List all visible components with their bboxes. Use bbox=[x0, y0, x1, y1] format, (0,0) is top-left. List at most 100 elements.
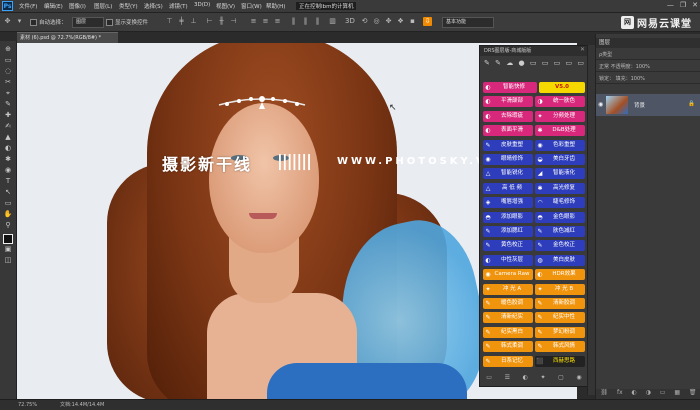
drs-action-button[interactable]: ✎ 纪实中性 bbox=[535, 312, 585, 324]
drs-action-button[interactable]: ✎ 黄色校正 bbox=[483, 240, 533, 252]
3d-scale-icon[interactable]: ▪ bbox=[408, 17, 417, 26]
marquee-tool[interactable]: ▭ bbox=[3, 56, 13, 65]
drs-action-button[interactable]: ✎ 清新胶调 bbox=[535, 298, 585, 309]
drs-action-button[interactable]: ◒ 美白牙齿 bbox=[535, 154, 585, 165]
3d-slide-icon[interactable]: ❖ bbox=[396, 17, 405, 26]
workspace-dropdown[interactable]: 基本功能 bbox=[442, 17, 494, 28]
delete-layer-icon[interactable]: 🗑 bbox=[689, 389, 697, 399]
drs-action-button[interactable]: ✎ 肤色减红 bbox=[535, 226, 585, 237]
menu-help[interactable]: 帮助(H) bbox=[266, 2, 285, 10]
blur-tool[interactable]: ◉ bbox=[3, 166, 13, 175]
menu-file[interactable]: 文件(F) bbox=[19, 2, 37, 10]
dodge-tool[interactable]: ◐ bbox=[3, 144, 13, 153]
adjustment-layer-icon[interactable]: ◑ bbox=[646, 389, 651, 399]
drs-action-button[interactable]: ◑ 统一肤色 bbox=[535, 96, 585, 108]
hand-tool[interactable]: ✋ bbox=[3, 210, 13, 219]
drs-action-button[interactable]: ✎ 韩式柔调 bbox=[483, 341, 533, 353]
drs-action-button[interactable]: ✎ 添加腮红 bbox=[483, 226, 533, 237]
distribute-top-icon[interactable]: ≡ bbox=[249, 17, 258, 26]
type-tool[interactable]: T bbox=[3, 177, 13, 186]
drs-action-button[interactable]: ◉ Camera Raw bbox=[483, 269, 533, 281]
drs-action-button[interactable]: ✎ 日系记忆 bbox=[483, 355, 533, 367]
blend-opacity-row[interactable]: 正常 不透明度：100% bbox=[596, 62, 700, 72]
drs-tool-icon-2[interactable]: ✎ bbox=[495, 59, 501, 69]
drs-footer-icon-2[interactable]: ☰ bbox=[505, 374, 510, 385]
menu-layer[interactable]: 图层(L) bbox=[94, 2, 112, 10]
new-layer-icon[interactable]: ▦ bbox=[674, 389, 680, 399]
drs-action-button[interactable]: ◢ 智能液化 bbox=[535, 168, 585, 180]
align-right-icon[interactable]: ⊣ bbox=[229, 17, 238, 26]
drs-tool-icon-1[interactable]: ✎ bbox=[484, 59, 490, 69]
drs-action-button[interactable]: ◐ 平滑颠部 bbox=[483, 96, 533, 108]
brush-tool[interactable]: ✎ bbox=[3, 100, 13, 109]
new-group-icon[interactable]: ▭ bbox=[660, 389, 666, 399]
layers-tab[interactable]: 图层 bbox=[596, 38, 700, 48]
distribute-center-icon[interactable]: ‖ bbox=[301, 17, 310, 26]
screen-mode-icon[interactable]: ◫ bbox=[3, 256, 13, 265]
drs-footer-icon-3[interactable]: ◐ bbox=[523, 374, 528, 385]
quick-mask-icon[interactable]: ▣ bbox=[3, 245, 13, 254]
menu-view[interactable]: 视图(V) bbox=[216, 2, 235, 10]
drs-action-button[interactable]: ◐ 去除瑕疵 bbox=[483, 110, 533, 122]
align-top-icon[interactable]: ⊤ bbox=[165, 17, 174, 26]
drs-action-button[interactable]: ✱ D&B处理 bbox=[535, 125, 585, 137]
shape-tool[interactable]: ▭ bbox=[3, 199, 13, 208]
path-select-tool[interactable]: ↖ bbox=[3, 188, 13, 197]
drs-action-button[interactable]: ✦ 分频处理 bbox=[535, 110, 585, 122]
drs-action-button[interactable]: ✎ 纪实黑白 bbox=[483, 326, 533, 338]
distribute-left-icon[interactable]: ‖ bbox=[289, 17, 298, 26]
zoom-tool[interactable]: ⚲ bbox=[3, 221, 13, 230]
distribute-middle-icon[interactable]: ≡ bbox=[261, 17, 270, 26]
menu-type[interactable]: 类型(Y) bbox=[119, 2, 138, 10]
show-transform-checkbox[interactable]: 显示变换控件 bbox=[106, 18, 148, 26]
crop-tool[interactable]: ✂ bbox=[3, 78, 13, 87]
drs-action-button[interactable]: ◓ 添加眼影 bbox=[483, 211, 533, 223]
menu-window[interactable]: 窗口(W) bbox=[241, 2, 262, 10]
drs-action-button[interactable]: △ 智能锐化 bbox=[483, 168, 533, 180]
drs-action-button[interactable]: ✎ 韩式风情 bbox=[535, 341, 585, 353]
tool-preset-icon[interactable]: ▾ bbox=[15, 17, 24, 26]
drs-action-button[interactable]: ⬛ 西赫思路 bbox=[535, 355, 585, 367]
move-tool[interactable]: ⊕ bbox=[3, 45, 13, 54]
layer-visibility-eye-icon[interactable]: ◉ bbox=[598, 101, 603, 108]
drs-action-button[interactable]: ✱ 高光修复 bbox=[535, 182, 585, 194]
layer-filter-row[interactable]: ρ类型 bbox=[596, 50, 700, 60]
layer-row-background[interactable]: ◉ 背景 🔒 bbox=[596, 94, 700, 116]
lasso-tool[interactable]: ◌ bbox=[3, 67, 13, 76]
healing-tool[interactable]: ✚ bbox=[3, 111, 13, 120]
menu-filter[interactable]: 滤镜(T) bbox=[169, 2, 188, 10]
drs-tool-icon-6[interactable]: ▭ bbox=[542, 59, 549, 69]
3d-roll-icon[interactable]: ◎ bbox=[372, 17, 381, 26]
drs-action-button[interactable]: ✦ 冲 光 A bbox=[483, 283, 533, 295]
move-tool-icon[interactable]: ✥ bbox=[3, 17, 12, 26]
drs-close-icon[interactable]: ✕ bbox=[580, 46, 585, 53]
drs-action-button[interactable]: ✦ 冲 光 B bbox=[535, 283, 585, 295]
drs-action-button[interactable]: ◠ 睫毛修饰 bbox=[535, 197, 585, 209]
document-tab[interactable]: 素材 (6).psd @ 72.7%(RGB/8#) * bbox=[17, 32, 118, 43]
eyedropper-tool[interactable]: ⌖ bbox=[3, 89, 13, 98]
drs-action-button[interactable]: ✎ 金色校正 bbox=[535, 240, 585, 252]
align-middle-icon[interactable]: ╪ bbox=[177, 17, 186, 26]
restore-button[interactable]: ❐ bbox=[680, 1, 686, 11]
drs-action-button[interactable]: ◐ 表面平滑 bbox=[483, 125, 533, 137]
link-layers-icon[interactable]: ⛓ bbox=[600, 389, 608, 399]
menu-edit[interactable]: 编辑(E) bbox=[44, 2, 63, 10]
foreground-color-swatch[interactable] bbox=[3, 234, 13, 244]
add-mask-icon[interactable]: ◐ bbox=[632, 389, 637, 399]
drs-action-button[interactable]: V5.0 bbox=[539, 82, 585, 93]
drs-action-button[interactable]: ◍ 美白皮肤 bbox=[535, 254, 585, 266]
distribute-right-icon[interactable]: ‖ bbox=[313, 17, 322, 26]
drs-footer-icon-5[interactable]: ▢ bbox=[558, 374, 564, 385]
drs-action-button[interactable]: ✎ 梦幻粉调 bbox=[535, 326, 585, 338]
eraser-tool[interactable]: ✱ bbox=[3, 155, 13, 164]
auto-select-checkbox[interactable]: 自动选择： bbox=[30, 18, 67, 26]
3d-pan-icon[interactable]: ✥ bbox=[384, 17, 393, 26]
close-button[interactable]: ✕ bbox=[692, 1, 698, 11]
auto-select-dropdown[interactable]: 图层 bbox=[72, 17, 104, 28]
menu-image[interactable]: 图像(I) bbox=[69, 2, 86, 10]
3d-rotate-icon[interactable]: ⟲ bbox=[360, 17, 369, 26]
layer-style-icon[interactable]: fx bbox=[617, 389, 623, 399]
drs-action-button[interactable]: ◉ 色彩重塑 bbox=[535, 139, 585, 151]
drs-action-button[interactable]: ◉ 眼睛修饰 bbox=[483, 154, 533, 165]
drs-action-button[interactable]: △ 高 低 频 bbox=[483, 182, 533, 194]
